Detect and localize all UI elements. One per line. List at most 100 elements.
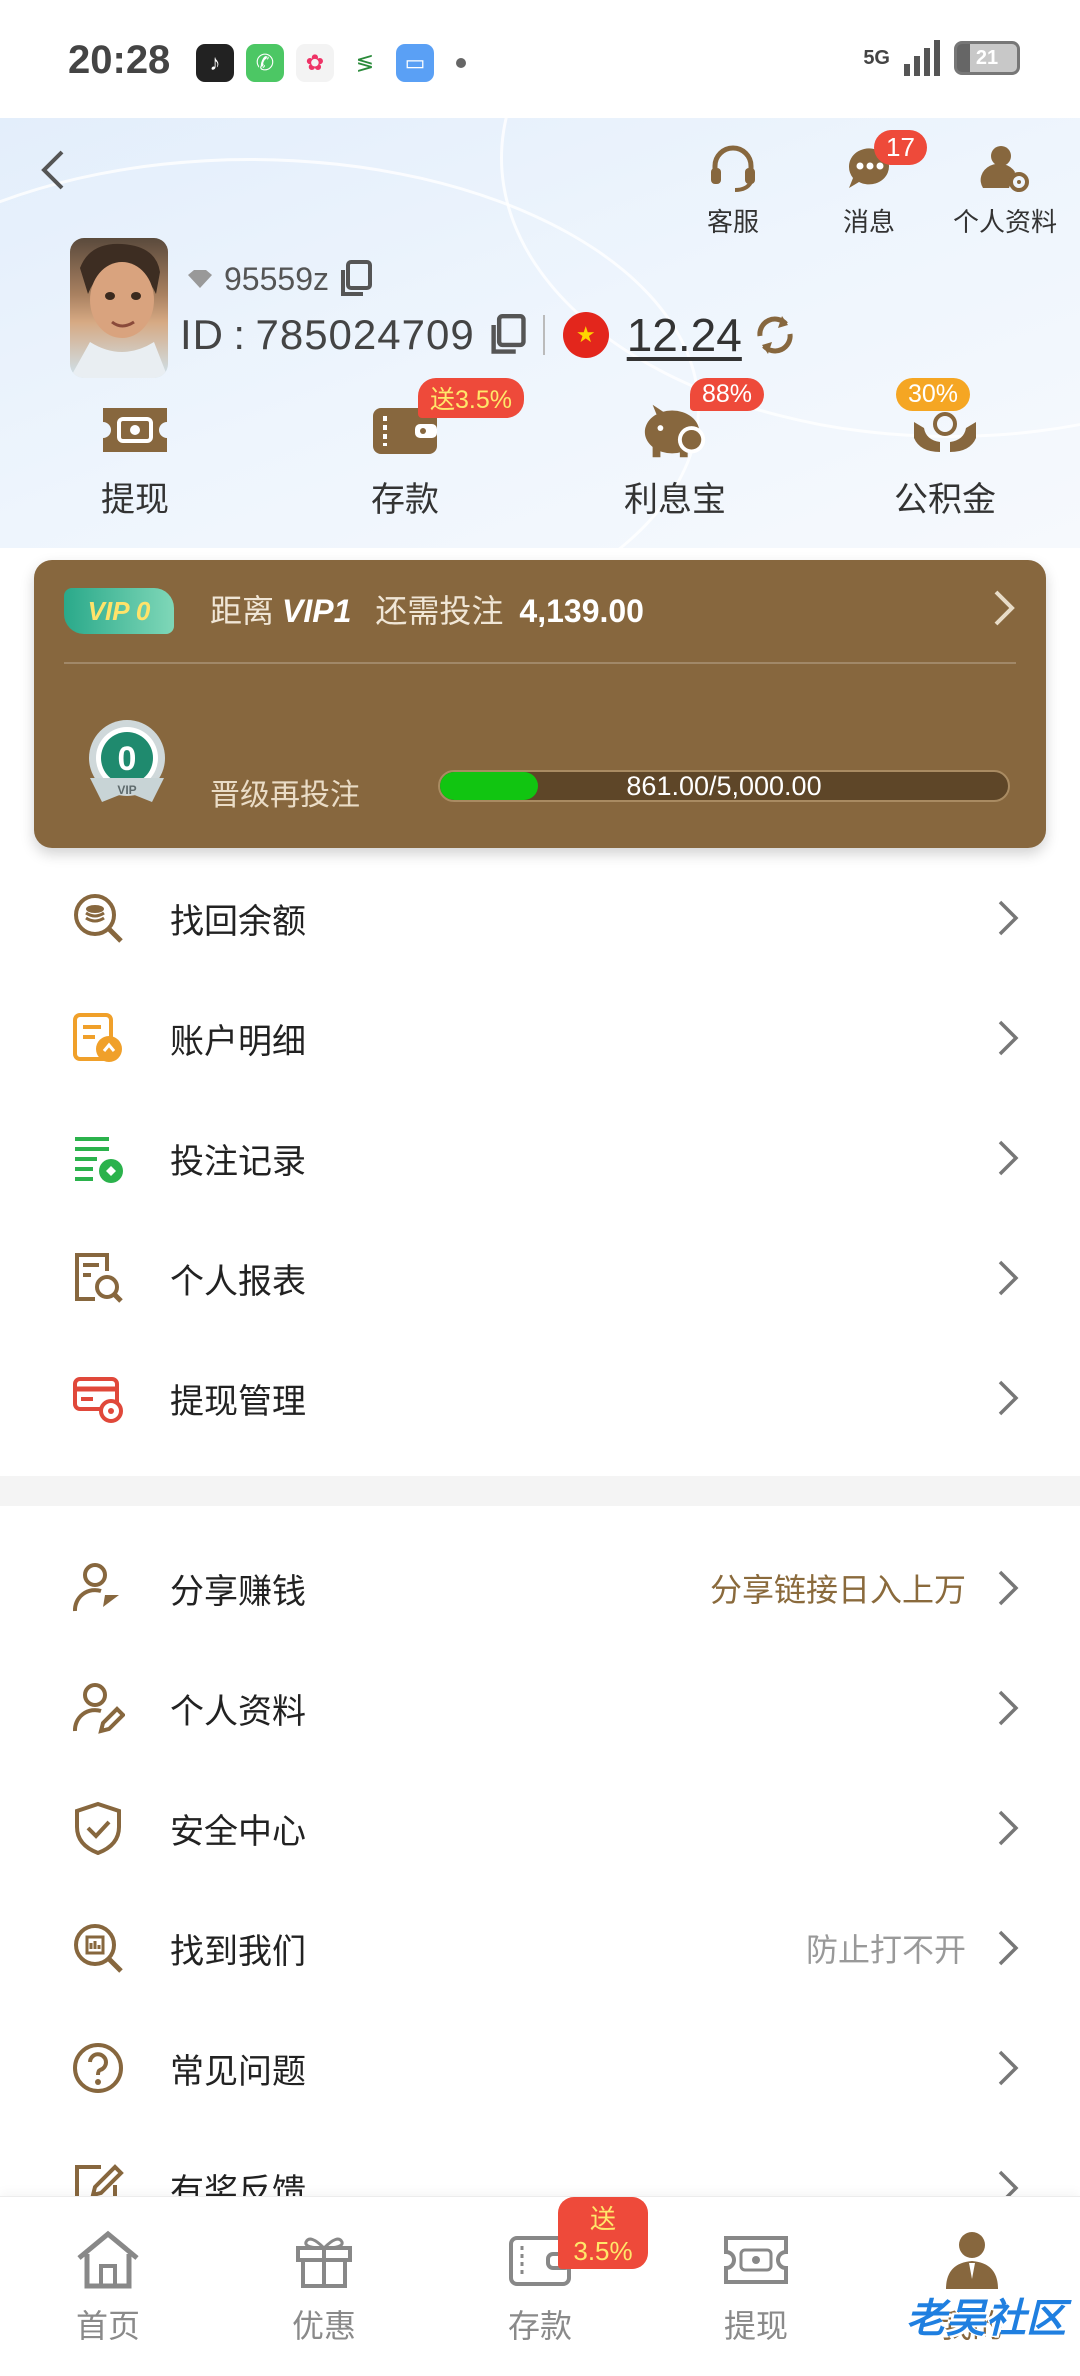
menu-group-account: 分享赚钱 分享链接日入上万 个人资料 安全中心 找到我们 防止打不开 常见问题: [0, 1528, 1080, 2248]
nav-promotions[interactable]: 优惠: [216, 2197, 432, 2376]
menu-label: 投注记录: [170, 1142, 306, 1181]
nav-label: 提现: [723, 2308, 788, 2344]
vip-need-amount: 4,139.00: [519, 593, 644, 629]
chevron-right-icon: [998, 1930, 1019, 1966]
gift-icon: [289, 2227, 359, 2293]
profile-label: 个人资料: [952, 207, 1057, 237]
nav-deposit[interactable]: 送3.5% 存款: [432, 2197, 648, 2376]
menu-label: 个人资料: [170, 1692, 306, 1731]
chevron-right-icon: [998, 1380, 1019, 1416]
menu-item-recover-balance[interactable]: 找回余额: [0, 858, 1080, 978]
network-label: 5G: [863, 46, 890, 69]
chevron-right-icon: [998, 1570, 1019, 1606]
upgrade-label: 晋级再投注: [210, 779, 360, 812]
quick-interest-button[interactable]: 88% 利息宝: [540, 378, 810, 521]
quick-actions: 提现 送3.5% 存款 88% 利息宝 30% 公积金: [0, 378, 1080, 521]
message-count-badge: 17: [874, 130, 927, 165]
quick-fund-button[interactable]: 30% 公积金: [810, 378, 1080, 521]
coin-search-icon: [70, 890, 126, 946]
menu-item-security-center[interactable]: 安全中心: [0, 1768, 1080, 1888]
menu-item-personal-info[interactable]: 个人资料: [0, 1648, 1080, 1768]
menu-label: 个人报表: [170, 1262, 306, 1301]
nav-withdraw[interactable]: 提现: [648, 2197, 864, 2376]
customer-service-button[interactable]: 客服: [680, 138, 786, 239]
status-app-icons: ♪ ✆ ✿ ≶ ▭: [196, 44, 466, 82]
report-search-icon: [70, 1250, 126, 1306]
share-promo-text: 分享链接日入上万: [709, 1572, 966, 1608]
username-row: 95559z: [186, 260, 373, 298]
vip-level-tag: VIP 0: [64, 588, 174, 634]
nav-label: 存款: [507, 2308, 572, 2344]
quick-deposit-label: 存款: [371, 481, 439, 519]
section-divider: [0, 1476, 1080, 1506]
headset-icon: [703, 138, 763, 198]
messages-button[interactable]: 17 消息: [816, 130, 927, 239]
menu-label: 账户明细: [170, 1022, 306, 1061]
person-icon: [937, 2227, 1007, 2293]
avatar[interactable]: [70, 238, 168, 378]
chevron-right-icon: [998, 1260, 1019, 1296]
menu-item-find-us[interactable]: 找到我们 防止打不开: [0, 1888, 1080, 2008]
vip-divider: [64, 662, 1016, 664]
tiktok-icon: ♪: [196, 44, 234, 82]
menu-item-withdraw-management[interactable]: 提现管理: [0, 1338, 1080, 1458]
watermark-logo: 老吴社区: [906, 2297, 1066, 2341]
ticket-cash-icon: [721, 2227, 791, 2293]
bet-record-icon: [70, 1130, 126, 1186]
menu-label: 提现管理: [170, 1382, 306, 1421]
deposit-bonus-badge: 送3.5%: [418, 378, 524, 418]
shield-check-icon: [70, 1800, 126, 1856]
find-us-icon: [70, 1920, 126, 1976]
quick-withdraw-button[interactable]: 提现: [0, 400, 270, 521]
back-button[interactable]: [22, 140, 82, 200]
copy-username-icon[interactable]: [339, 260, 373, 298]
vip-need-text: 还需投注: [375, 593, 504, 629]
signal-icon: [904, 40, 940, 76]
profile-button[interactable]: 个人资料: [952, 138, 1058, 239]
menu-item-bet-record[interactable]: 投注记录: [0, 1098, 1080, 1218]
copy-id-icon[interactable]: [489, 314, 527, 356]
chevron-right-icon: [994, 590, 1015, 626]
photos-icon: ✿: [296, 44, 334, 82]
user-gear-icon: [975, 138, 1035, 198]
vip-progress-bar: 861.00/5,000.00: [438, 770, 1010, 802]
menu-item-personal-report[interactable]: 个人报表: [0, 1218, 1080, 1338]
status-right: 5G 21: [863, 40, 1020, 76]
menu-label: 常见问题: [170, 2052, 306, 2091]
menu-item-share-earn[interactable]: 分享赚钱 分享链接日入上万: [0, 1528, 1080, 1648]
vip-medal-caption: VIP: [117, 783, 136, 797]
header-actions: 客服 17 消息 个人资料: [680, 130, 1058, 239]
interest-rate-badge: 88%: [690, 378, 765, 411]
menu-group-finance: 找回余额 账户明细 投注记录 个人报表 提现管理: [0, 858, 1080, 1458]
menu-item-faq[interactable]: 常见问题: [0, 2008, 1080, 2128]
customer-service-label: 客服: [706, 207, 759, 237]
vip-next-level: VIP1: [282, 593, 352, 629]
menu-label: 找到我们: [170, 1932, 306, 1971]
nav-home[interactable]: 首页: [0, 2197, 216, 2376]
notification-dot-icon: [456, 58, 466, 68]
quick-interest-label: 利息宝: [624, 481, 726, 519]
vip-medal-number: 0: [118, 740, 137, 778]
refresh-icon[interactable]: [752, 312, 798, 358]
nav-label: 优惠: [291, 2308, 356, 2344]
home-icon: [73, 2227, 143, 2293]
menu-item-account-detail[interactable]: 账户明细: [0, 978, 1080, 1098]
ticket-cash-icon: [99, 400, 171, 460]
vip-card[interactable]: VIP 0 距离 VIP1 还需投注 4,139.00 0 VIP 晋级再投注 8…: [34, 560, 1046, 848]
username: 95559z: [224, 260, 329, 297]
question-icon: [70, 2040, 126, 2096]
chevron-right-icon: [998, 900, 1019, 936]
user-share-icon: [70, 1560, 126, 1616]
find-us-hint: 防止打不开: [805, 1932, 966, 1968]
vip-progress-text: 距离 VIP1 还需投注 4,139.00: [210, 586, 644, 632]
nav-label: 首页: [75, 2308, 140, 2344]
messages-label: 消息: [842, 207, 895, 237]
account-detail-icon: [70, 1010, 126, 1066]
quick-deposit-button[interactable]: 送3.5% 存款: [270, 378, 540, 521]
id-row: ID : 785024709 ★ 12.24: [180, 308, 798, 362]
menu-label: 分享赚钱: [170, 1572, 306, 1611]
user-edit-icon: [70, 1680, 126, 1736]
nav-deposit-badge: 送3.5%: [558, 2197, 648, 2269]
user-id: ID : 785024709: [180, 311, 475, 358]
menu-label: 找回余额: [170, 902, 306, 941]
